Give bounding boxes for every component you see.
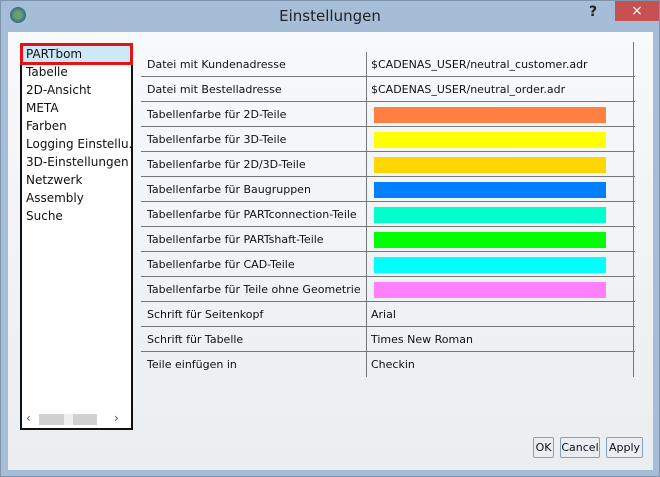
- setting-value[interactable]: Times New Roman: [371, 333, 473, 346]
- scroll-right-icon[interactable]: ›: [114, 411, 119, 425]
- setting-label: Tabellenfarbe für 2D-Teile: [147, 108, 287, 121]
- settings-row: Datei mit Kundenadresse $CADENAS_USER/neu…: [141, 52, 635, 77]
- column-divider: [366, 327, 367, 352]
- nav-item-tabelle[interactable]: Tabelle: [22, 63, 131, 81]
- setting-label: Schrift für Seitenkopf: [147, 308, 264, 321]
- setting-value[interactable]: $CADENAS_USER/neutral_order.adr: [371, 83, 565, 96]
- settings-table: Datei mit Kundenadresse $CADENAS_USER/neu…: [141, 52, 635, 377]
- column-divider: [366, 52, 367, 77]
- close-button[interactable]: ×: [615, 1, 659, 21]
- table-border: [633, 42, 634, 377]
- color-swatch[interactable]: [374, 232, 606, 248]
- column-divider: [366, 202, 367, 227]
- color-swatch[interactable]: [374, 282, 606, 298]
- settings-dialog: Einstellungen ? × PARTbom Tabelle 2D-Ansic…: [0, 0, 660, 477]
- settings-row: Datei mit Bestelladresse $CADENAS_USER/ne…: [141, 77, 635, 102]
- help-button[interactable]: ?: [589, 4, 597, 20]
- settings-row: Tabellenfarbe für 2D/3D-Teile: [141, 152, 635, 177]
- column-divider: [366, 252, 367, 277]
- setting-label: Tabellenfarbe für 2D/3D-Teile: [147, 158, 306, 171]
- setting-label: Tabellenfarbe für PARTconnection-Teile: [147, 208, 357, 221]
- settings-row: Tabellenfarbe für PARTshaft-Teile: [141, 227, 635, 252]
- color-swatch[interactable]: [374, 107, 606, 123]
- horizontal-scrollbar[interactable]: ‹ ›: [22, 410, 131, 428]
- nav-item-meta[interactable]: META: [22, 99, 131, 117]
- setting-label: Tabellenfarbe für Teile ohne Geometrie: [147, 283, 361, 296]
- setting-label: Datei mit Bestelladresse: [147, 83, 282, 96]
- color-swatch[interactable]: [374, 207, 606, 223]
- settings-row: Schrift für Tabelle Times New Roman: [141, 327, 635, 352]
- setting-label: Tabellenfarbe für Baugruppen: [147, 183, 311, 196]
- nav-item-assembly[interactable]: Assembly: [22, 189, 131, 207]
- cancel-button[interactable]: Cancel: [560, 437, 600, 458]
- column-divider: [366, 227, 367, 252]
- nav-item-3d-einstellungen[interactable]: 3D-Einstellungen: [22, 153, 131, 171]
- nav-item-logging-einstellu[interactable]: Logging Einstellu...: [22, 135, 131, 153]
- window-title: Einstellungen: [279, 7, 381, 25]
- color-swatch[interactable]: [374, 157, 606, 173]
- nav-item-2d-ansicht[interactable]: 2D-Ansicht: [22, 81, 131, 99]
- scroll-left-icon[interactable]: ‹: [26, 411, 31, 425]
- scroll-thumb[interactable]: [64, 414, 73, 425]
- setting-label: Tabellenfarbe für PARTshaft-Teile: [147, 233, 324, 246]
- color-swatch[interactable]: [374, 182, 606, 198]
- setting-label: Tabellenfarbe für CAD-Teile: [147, 258, 295, 271]
- setting-value[interactable]: $CADENAS_USER/neutral_customer.adr: [371, 58, 588, 71]
- setting-label: Teile einfügen in: [147, 358, 237, 371]
- column-divider: [366, 177, 367, 202]
- setting-value[interactable]: Arial: [371, 308, 396, 321]
- column-divider: [366, 302, 367, 327]
- dialog-body: PARTbom Tabelle 2D-Ansicht META Farben Loggin…: [8, 32, 653, 470]
- settings-row: Tabellenfarbe für 3D-Teile: [141, 127, 635, 152]
- column-divider: [366, 152, 367, 177]
- scroll-track[interactable]: [39, 414, 97, 425]
- title-bar: Einstellungen ? ×: [1, 1, 659, 31]
- setting-label: Tabellenfarbe für 3D-Teile: [147, 133, 287, 146]
- column-divider: [366, 102, 367, 127]
- column-divider: [366, 352, 367, 377]
- settings-row: Tabellenfarbe für Teile ohne Geometrie: [141, 277, 635, 302]
- column-divider: [366, 127, 367, 152]
- setting-value[interactable]: Checkin: [371, 358, 415, 371]
- nav-item-partbom[interactable]: PARTbom: [20, 43, 133, 65]
- setting-label: Schrift für Tabelle: [147, 333, 244, 346]
- nav-item-farben[interactable]: Farben: [22, 117, 131, 135]
- nav-item-netzwerk[interactable]: Netzwerk: [22, 171, 131, 189]
- settings-row: Tabellenfarbe für Baugruppen: [141, 177, 635, 202]
- color-swatch[interactable]: [374, 257, 606, 273]
- column-divider: [366, 277, 367, 302]
- settings-row: Tabellenfarbe für 2D-Teile: [141, 102, 635, 127]
- settings-row: Tabellenfarbe für CAD-Teile: [141, 252, 635, 277]
- apply-button[interactable]: Apply: [606, 437, 643, 458]
- settings-row: Schrift für Seitenkopf Arial: [141, 302, 635, 327]
- category-list: PARTbom Tabelle 2D-Ansicht META Farben Loggin…: [20, 43, 133, 430]
- settings-row: Tabellenfarbe für PARTconnection-Teile: [141, 202, 635, 227]
- ok-button[interactable]: OK: [533, 437, 554, 458]
- column-divider: [366, 77, 367, 102]
- color-swatch[interactable]: [374, 132, 606, 148]
- settings-row: Teile einfügen in Checkin: [141, 352, 635, 377]
- setting-label: Datei mit Kundenadresse: [147, 58, 286, 71]
- nav-item-suche[interactable]: Suche: [22, 207, 131, 225]
